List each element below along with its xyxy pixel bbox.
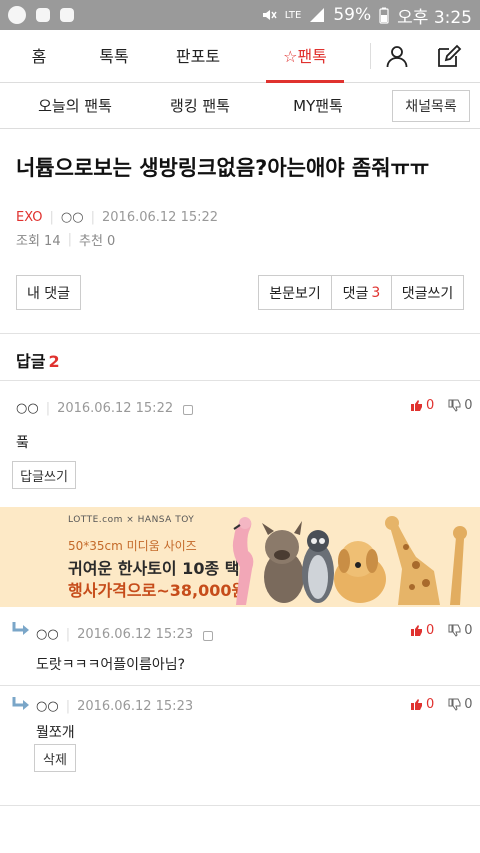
comments-button[interactable]: 댓글 3	[331, 275, 392, 310]
thumbs-down-icon	[448, 698, 461, 711]
comment-body: 풐	[16, 435, 29, 451]
nav-fantok-label: ☆팬톡	[283, 46, 327, 66]
lock-icon	[183, 404, 194, 415]
battery-icon	[379, 7, 389, 24]
post-views: 조회 14	[16, 234, 61, 249]
meta-separator: |	[67, 232, 72, 247]
upvote-button[interactable]: 0	[410, 697, 434, 712]
ad-brand: LOTTE.com × HANSA TOY	[68, 515, 195, 525]
nav-fanpoto[interactable]: 판포토	[150, 30, 246, 83]
mute-icon	[262, 10, 277, 20]
replies-heading: 답글 2	[16, 348, 60, 372]
top-nav: 홈 톡톡 판포토 ☆팬톡	[0, 30, 480, 83]
nav-toktok-label: 톡톡	[99, 46, 129, 66]
downvote-button[interactable]: 0	[448, 697, 473, 712]
comment-votes: 0 0	[410, 697, 473, 712]
comment-author: ○○	[36, 699, 59, 714]
view-body-button[interactable]: 본문보기	[258, 275, 332, 310]
nav-home-label: 홈	[31, 46, 47, 66]
comment-meta: ○○ | 2016.06.12 15:23	[36, 699, 193, 714]
divider	[0, 805, 480, 806]
upvote-button[interactable]: 0	[410, 398, 434, 413]
subnav-ranking[interactable]: 랭킹 팬톡	[150, 95, 250, 116]
write-comment-button[interactable]: 댓글쓰기	[391, 275, 464, 310]
lock-icon	[203, 630, 214, 641]
downvote-count: 0	[464, 697, 473, 712]
comment-body: 도랏ㅋㅋㅋ어플이름아님?	[36, 657, 186, 673]
comment-votes: 0 0	[410, 623, 473, 638]
thumbs-up-icon	[411, 625, 422, 636]
downvote-count: 0	[464, 398, 473, 413]
battery-text: 59%	[333, 5, 372, 25]
ad-banner[interactable]: LOTTE.com × HANSA TOY 50*35cm 미디움 사이즈 귀여…	[0, 507, 480, 607]
compose-icon	[438, 44, 462, 67]
comment-meta: ○○ | 2016.06.12 15:22	[16, 401, 194, 416]
upvote-button[interactable]: 0	[410, 623, 434, 638]
carrier-icon	[8, 6, 26, 24]
post-datetime: 2016.06.12 15:22	[102, 210, 219, 225]
write-reply-button[interactable]: 답글쓰기	[12, 461, 76, 489]
downvote-button[interactable]: 0	[448, 398, 473, 413]
meta-separator: |	[45, 401, 51, 416]
reply-arrow-icon	[12, 622, 29, 635]
downvote-count: 0	[464, 623, 473, 638]
upvote-count: 0	[426, 697, 435, 712]
comment-datetime: 2016.06.12 15:23	[77, 699, 194, 714]
post-stats: 조회 14 | 추천 0	[16, 230, 115, 249]
replies-heading-label: 답글	[16, 352, 46, 371]
my-comments-button[interactable]: 내 댓글	[16, 275, 81, 310]
downvote-button[interactable]: 0	[448, 623, 473, 638]
divider	[0, 333, 480, 334]
thumbs-down-icon	[448, 399, 461, 412]
nav-toktok[interactable]: 톡톡	[78, 30, 150, 83]
nav-fantok[interactable]: ☆팬톡	[246, 30, 364, 83]
meta-separator: |	[49, 210, 54, 225]
comment-author: ○○	[16, 401, 39, 416]
comments-count: 3	[371, 284, 381, 301]
post-recommend: 추천 0	[79, 234, 116, 249]
meta-separator: |	[90, 210, 95, 225]
channel-list-button[interactable]: 채널목록	[392, 89, 470, 122]
action-row: 내 댓글 본문보기 댓글 3 댓글쓰기	[0, 275, 480, 311]
subnav-my[interactable]: MY팬톡	[250, 95, 386, 116]
time-text: 오후 3:25	[397, 7, 472, 28]
status-bar: LTE 59% 오후 3:25	[0, 0, 480, 30]
comment-votes: 0 0	[410, 398, 473, 413]
post-category[interactable]: EXO	[16, 210, 43, 225]
nav-home[interactable]: 홈	[0, 30, 78, 83]
ad-toys-image	[232, 516, 467, 605]
talk-icon	[36, 8, 50, 22]
delete-button[interactable]: 삭제	[34, 744, 76, 772]
thumbs-up-icon	[411, 400, 422, 411]
sub-nav: 오늘의 팬톡 랭킹 팬톡 MY팬톡 채널목록	[0, 83, 480, 129]
thumbs-down-icon	[448, 624, 461, 637]
user-icon	[386, 46, 408, 68]
compose-button[interactable]	[423, 30, 475, 83]
replies-count: 2	[48, 352, 60, 371]
comment-datetime: 2016.06.12 15:22	[57, 401, 174, 416]
comment-body: 뭘쪼개	[36, 725, 75, 741]
gallery-icon	[60, 8, 74, 22]
divider	[0, 380, 480, 381]
ad-subtitle: 50*35cm 미디움 사이즈	[68, 539, 197, 553]
signal-icon	[310, 8, 325, 22]
meta-separator: |	[65, 699, 71, 714]
network-label: LTE	[284, 9, 302, 21]
upvote-count: 0	[426, 398, 435, 413]
subnav-today[interactable]: 오늘의 팬톡	[0, 95, 150, 116]
post-author: ○○	[60, 210, 84, 225]
user-button[interactable]	[371, 30, 423, 83]
comment-meta: ○○ | 2016.06.12 15:23	[36, 627, 214, 642]
comment-datetime: 2016.06.12 15:23	[77, 627, 194, 642]
comments-label: 댓글	[342, 285, 369, 302]
divider	[0, 685, 480, 686]
upvote-count: 0	[426, 623, 435, 638]
post-title: 너튭으로보는 생방링크없음?아는애야 좀줘ㅠㅠ	[16, 156, 430, 180]
post-meta: EXO | ○○ | 2016.06.12 15:22	[16, 210, 218, 225]
meta-separator: |	[65, 627, 71, 642]
reply-arrow-icon	[12, 697, 29, 710]
nav-fanpoto-label: 판포토	[175, 46, 221, 66]
thumbs-up-icon	[411, 699, 422, 710]
comment-author: ○○	[36, 627, 59, 642]
